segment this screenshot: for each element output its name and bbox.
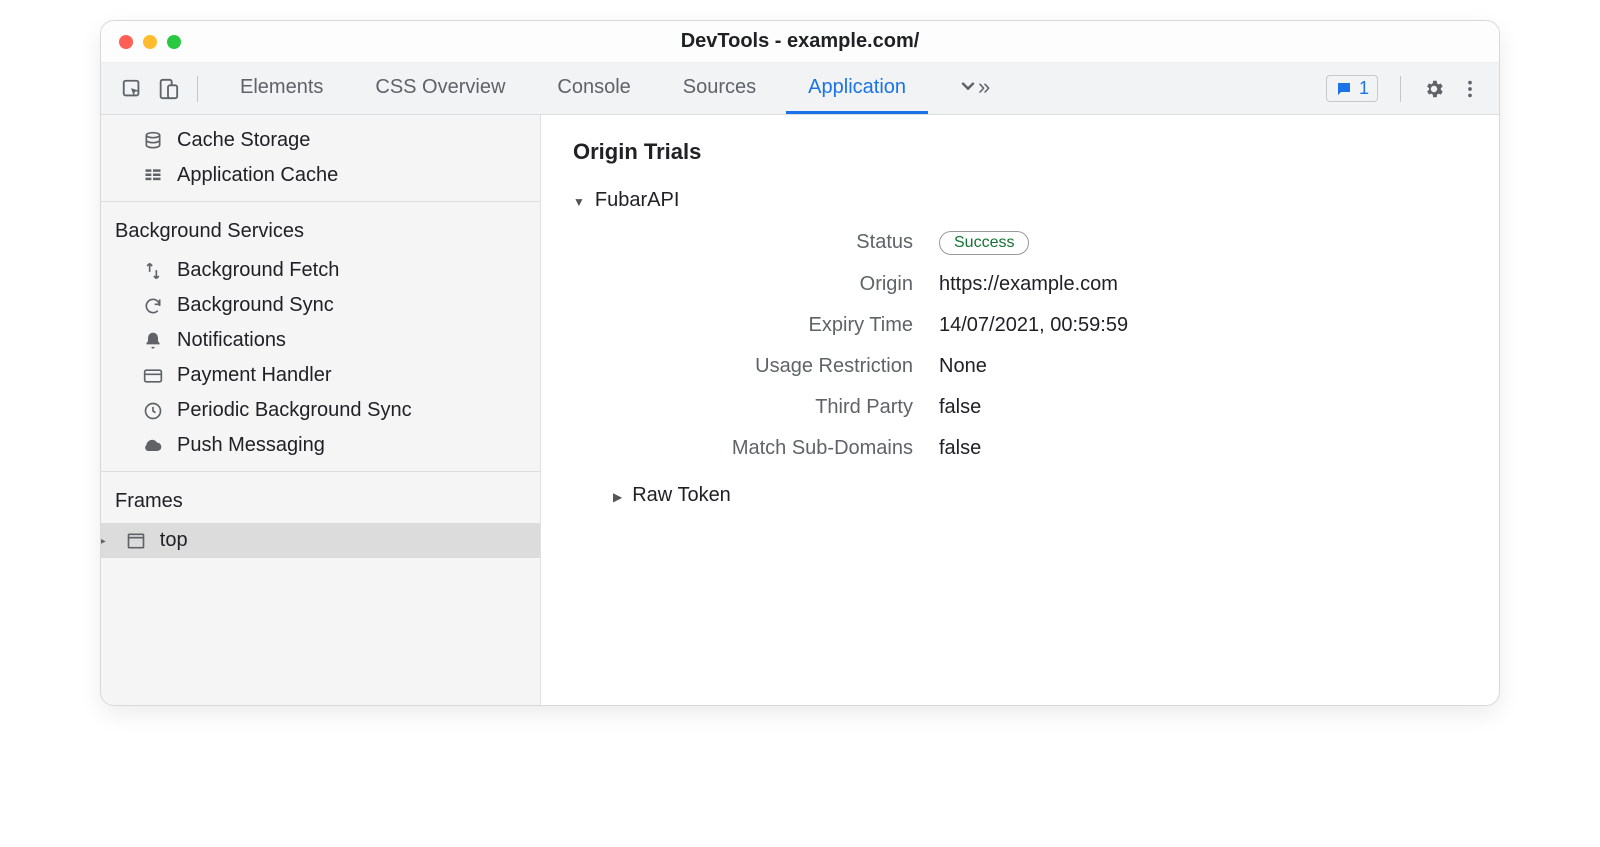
label-third-party: Third Party bbox=[613, 396, 913, 419]
sidebar-item-application-cache[interactable]: Application Cache bbox=[101, 158, 540, 193]
expand-triangle-icon[interactable]: ▶ bbox=[101, 532, 106, 549]
message-icon bbox=[1335, 80, 1353, 98]
value-match-subdomains: false bbox=[939, 437, 1467, 460]
label-usage-restriction: Usage Restriction bbox=[613, 355, 913, 378]
toolbar-separator bbox=[197, 76, 198, 102]
tab-console[interactable]: Console bbox=[535, 63, 652, 114]
device-toolbar-icon[interactable] bbox=[157, 78, 179, 100]
value-usage-restriction: None bbox=[939, 355, 1467, 378]
tab-css-overview[interactable]: CSS Overview bbox=[353, 63, 527, 114]
window-title: DevTools - example.com/ bbox=[681, 30, 920, 53]
label-status: Status bbox=[613, 231, 913, 254]
fetch-icon bbox=[141, 261, 165, 281]
sidebar-item-periodic-sync[interactable]: Periodic Background Sync bbox=[101, 393, 540, 428]
more-menu-icon[interactable] bbox=[1459, 78, 1481, 100]
sidebar-item-label: Payment Handler bbox=[177, 364, 332, 387]
sidebar-item-background-fetch[interactable]: Background Fetch bbox=[101, 253, 540, 288]
content-heading: Origin Trials bbox=[573, 139, 1467, 165]
sidebar-group-background-services: Background Services Background Fetch Bac… bbox=[101, 202, 540, 472]
value-status: Success bbox=[939, 230, 1467, 255]
raw-token-node[interactable]: Raw Token bbox=[613, 484, 1467, 507]
devtools-window: DevTools - example.com/ Elements CSS Ove… bbox=[100, 20, 1500, 706]
issues-count: 1 bbox=[1359, 78, 1369, 99]
card-icon bbox=[141, 366, 165, 386]
label-origin: Origin bbox=[613, 273, 913, 296]
sidebar-item-label: Notifications bbox=[177, 329, 286, 352]
sidebar-group-cache: Cache Storage Application Cache bbox=[101, 115, 540, 202]
status-badge: Success bbox=[939, 231, 1029, 255]
tab-sources[interactable]: Sources bbox=[661, 63, 778, 114]
database-icon bbox=[141, 131, 165, 151]
application-sidebar: Cache Storage Application Cache Backgrou… bbox=[101, 115, 541, 705]
tab-elements[interactable]: Elements bbox=[218, 63, 345, 114]
sidebar-item-label: Push Messaging bbox=[177, 434, 325, 457]
tabs-overflow-icon[interactable]: » bbox=[936, 63, 1012, 114]
sidebar-group-frames: Frames ▶ top bbox=[101, 472, 540, 566]
cloud-icon bbox=[141, 436, 165, 456]
label-match-subdomains: Match Sub-Domains bbox=[613, 437, 913, 460]
label-expiry: Expiry Time bbox=[613, 314, 913, 337]
minimize-window-button[interactable] bbox=[143, 35, 157, 49]
clock-icon bbox=[141, 401, 165, 421]
sidebar-item-payment-handler[interactable]: Payment Handler bbox=[101, 358, 540, 393]
devtools-tabs: Elements CSS Overview Console Sources Ap… bbox=[218, 63, 1012, 114]
content-pane: Origin Trials FubarAPI Status Success Or… bbox=[541, 115, 1499, 705]
tab-application[interactable]: Application bbox=[786, 63, 928, 114]
sidebar-item-notifications[interactable]: Notifications bbox=[101, 323, 540, 358]
sidebar-item-label: Application Cache bbox=[177, 164, 338, 187]
sync-icon bbox=[141, 296, 165, 316]
origin-trial-name: FubarAPI bbox=[595, 189, 679, 212]
sidebar-item-frame-top[interactable]: ▶ top bbox=[101, 523, 540, 558]
window-controls bbox=[119, 35, 181, 49]
sidebar-item-push-messaging[interactable]: Push Messaging bbox=[101, 428, 540, 463]
inspect-element-icon[interactable] bbox=[121, 78, 143, 100]
titlebar: DevTools - example.com/ bbox=[101, 21, 1499, 63]
sidebar-item-background-sync[interactable]: Background Sync bbox=[101, 288, 540, 323]
sidebar-item-label: Background Fetch bbox=[177, 259, 339, 282]
value-expiry: 14/07/2021, 00:59:59 bbox=[939, 314, 1467, 337]
raw-token-label: Raw Token bbox=[632, 484, 731, 507]
origin-trial-details: Status Success Origin https://example.co… bbox=[613, 230, 1467, 460]
close-window-button[interactable] bbox=[119, 35, 133, 49]
sidebar-item-label: Cache Storage bbox=[177, 129, 310, 152]
main-area: Cache Storage Application Cache Backgrou… bbox=[101, 115, 1499, 705]
settings-gear-icon[interactable] bbox=[1423, 78, 1445, 100]
maximize-window-button[interactable] bbox=[167, 35, 181, 49]
sidebar-item-label: top bbox=[160, 529, 188, 552]
devtools-toolbar: Elements CSS Overview Console Sources Ap… bbox=[101, 63, 1499, 115]
sidebar-group-header: Frames bbox=[101, 480, 540, 523]
sidebar-item-label: Periodic Background Sync bbox=[177, 399, 412, 422]
value-origin: https://example.com bbox=[939, 273, 1467, 296]
sidebar-item-cache-storage[interactable]: Cache Storage bbox=[101, 123, 540, 158]
sidebar-item-label: Background Sync bbox=[177, 294, 334, 317]
triangle-down-icon bbox=[573, 189, 585, 212]
triangle-right-icon bbox=[613, 484, 622, 507]
issues-badge[interactable]: 1 bbox=[1326, 75, 1378, 102]
grid-icon bbox=[141, 166, 165, 186]
value-third-party: false bbox=[939, 396, 1467, 419]
toolbar-separator bbox=[1400, 76, 1401, 102]
bell-icon bbox=[141, 331, 165, 351]
window-icon bbox=[124, 531, 148, 551]
sidebar-group-header: Background Services bbox=[101, 210, 540, 253]
origin-trial-node[interactable]: FubarAPI bbox=[573, 189, 1467, 212]
